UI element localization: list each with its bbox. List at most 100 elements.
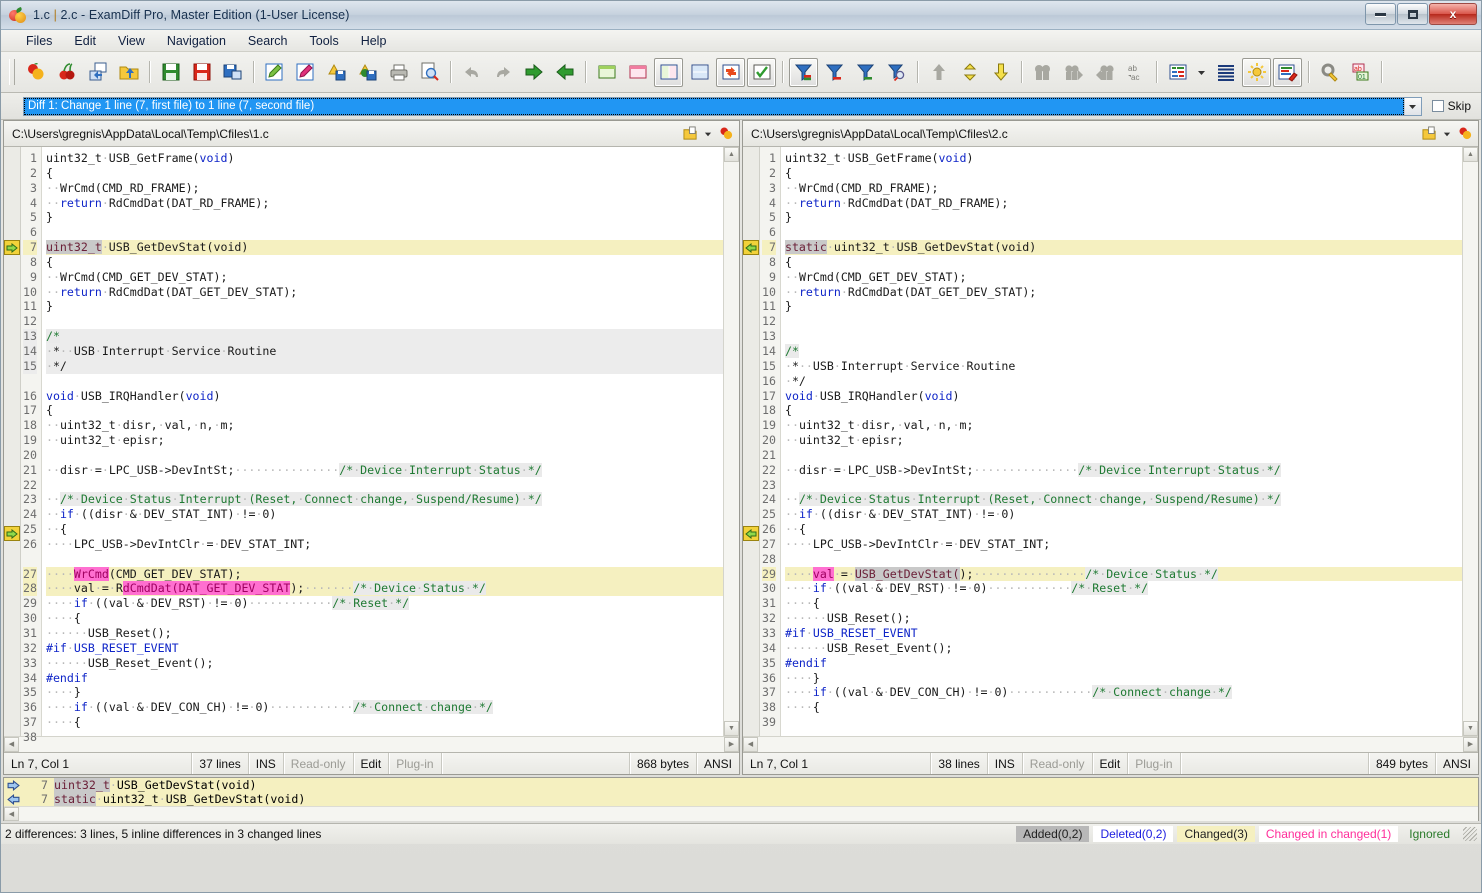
filter-all-button[interactable] [789, 57, 818, 87]
copy-left-button[interactable] [550, 58, 579, 87]
maximize-button[interactable] [1397, 3, 1428, 25]
right-vscroll-track[interactable] [1463, 162, 1478, 721]
view-side-by-side-button[interactable] [654, 57, 683, 87]
save-button[interactable] [156, 58, 185, 87]
left-horizontal-scrollbar[interactable]: ◀ ▶ [4, 736, 739, 752]
compare-row-left[interactable]: 7 uint32_t·USB_GetDevStat(void) [4, 778, 1478, 792]
options-button[interactable] [1315, 58, 1344, 87]
next-diff-button[interactable] [955, 58, 984, 87]
left-diff-marker-2[interactable] [4, 526, 20, 541]
right-code-text[interactable]: uint32_t·USB_GetFrame(void){··WrCmd(CMD_… [781, 147, 1462, 736]
print-preview-button[interactable] [415, 58, 444, 87]
ignore-options-button[interactable]: ab 01 [1346, 58, 1375, 87]
right-diff-marker-1[interactable] [743, 240, 759, 255]
prev-diff-button[interactable] [986, 58, 1015, 87]
close-button[interactable]: x [1429, 3, 1477, 25]
copy-right-button[interactable] [519, 58, 548, 87]
right-file-path[interactable]: C:\Users\gregnis\AppData\Local\Temp\Cfil… [751, 127, 1420, 141]
left-scroll-left-button[interactable]: ◀ [4, 737, 19, 752]
right-horizontal-scrollbar[interactable]: ◀ ▶ [743, 736, 1478, 752]
open-folder-button[interactable] [114, 58, 143, 87]
view-check-button[interactable] [747, 57, 776, 87]
resize-grip[interactable] [1463, 827, 1477, 841]
menu-view[interactable]: View [107, 32, 156, 50]
right-compare-icon-button[interactable] [1456, 125, 1474, 143]
line-numbers-button[interactable] [1211, 58, 1240, 87]
filter-deleted-button[interactable] [820, 58, 849, 87]
view-right-only-button[interactable] [623, 58, 652, 87]
menu-navigation[interactable]: Navigation [156, 32, 237, 50]
compare-row-right[interactable]: 7 static·uint32_t·USB_GetDevStat(void) [4, 792, 1478, 806]
save-html-report-button[interactable] [353, 58, 382, 87]
menu-search[interactable]: Search [237, 32, 299, 50]
left-diff-marker-1[interactable] [4, 240, 20, 255]
compare-row-left-marker[interactable] [4, 779, 22, 791]
current-diff-combobox[interactable]: Diff 1: Change 1 line (7, first file) to… [23, 96, 1422, 116]
edit-right-button[interactable] [291, 58, 320, 87]
compare-scroll-left-button[interactable]: ◀ [4, 807, 19, 821]
skip-checkbox-group[interactable]: Skip [1431, 99, 1471, 113]
left-hscroll-track[interactable] [19, 737, 724, 752]
right-open-dropdown-button[interactable] [1438, 125, 1456, 143]
save-as-button[interactable] [218, 58, 247, 87]
syntax-colors-button[interactable] [1273, 57, 1302, 87]
compare-files-button[interactable] [21, 58, 50, 87]
view-left-only-button[interactable] [592, 58, 621, 87]
right-scroll-left-button[interactable]: ◀ [743, 737, 758, 752]
view-combined-button[interactable] [716, 57, 745, 87]
right-scroll-up-button[interactable]: ▲ [1463, 147, 1478, 162]
toolbar-grip[interactable] [9, 59, 15, 85]
filter-find-button[interactable] [882, 58, 911, 87]
right-scroll-right-button[interactable]: ▶ [1463, 737, 1478, 752]
print-button[interactable] [384, 58, 413, 87]
save-report-button[interactable] [322, 58, 351, 87]
compare-row-right-marker[interactable] [4, 793, 22, 805]
find-prev-button[interactable] [1090, 58, 1119, 87]
menu-files[interactable]: Files [15, 32, 63, 50]
skip-checkbox[interactable] [1431, 100, 1444, 112]
right-scroll-down-button[interactable]: ▼ [1463, 721, 1478, 736]
left-file-path[interactable]: C:\Users\gregnis\AppData\Local\Temp\Cfil… [12, 127, 681, 141]
undo-button[interactable] [457, 58, 486, 87]
left-scroll-up-button[interactable]: ▲ [724, 147, 739, 162]
left-code-text[interactable]: uint32_t·USB_GetFrame(void){··WrCmd(CMD_… [42, 147, 723, 736]
right-hscroll-track[interactable] [758, 737, 1463, 752]
compare-again-button[interactable] [52, 58, 81, 87]
find-next-button[interactable] [1059, 58, 1088, 87]
whitespace-dot: · [791, 180, 799, 195]
whitespace-dot: · [52, 462, 60, 477]
save-right-button[interactable] [187, 58, 216, 87]
right-vertical-scrollbar[interactable]: ▲ ▼ [1462, 147, 1478, 736]
left-scroll-down-button[interactable]: ▼ [724, 721, 739, 736]
view-over-under-button[interactable] [685, 58, 714, 87]
right-marker-column[interactable] [743, 147, 760, 736]
compare-hscroll-track[interactable] [19, 807, 1478, 821]
left-vscroll-track[interactable] [724, 162, 739, 721]
whitespace-dot: · [101, 195, 109, 210]
edit-left-button[interactable] [260, 58, 289, 87]
right-diff-marker-2[interactable] [743, 526, 759, 541]
menu-edit[interactable]: Edit [63, 32, 107, 50]
highlight-button[interactable] [1242, 57, 1271, 87]
left-open-file-button[interactable] [681, 125, 699, 143]
swap-files-button[interactable] [83, 58, 112, 87]
redo-button[interactable] [488, 58, 517, 87]
compare-panel-hscrollbar[interactable]: ◀ [4, 806, 1478, 821]
left-scroll-right-button[interactable]: ▶ [724, 737, 739, 752]
left-compare-icon-button[interactable] [717, 125, 735, 143]
filter-added-button[interactable] [851, 58, 880, 87]
menu-help[interactable]: Help [350, 32, 398, 50]
menu-tools[interactable]: Tools [299, 32, 350, 50]
bookmark-button[interactable] [1163, 58, 1192, 87]
whitespace-dot: · [45, 536, 53, 551]
bookmark-dropdown-button[interactable] [1194, 58, 1209, 87]
current-diff-dropdown-button[interactable] [1403, 97, 1421, 115]
left-open-dropdown-button[interactable] [699, 125, 717, 143]
right-open-file-button[interactable] [1420, 125, 1438, 143]
find-button[interactable] [1028, 58, 1057, 87]
left-marker-column[interactable] [4, 147, 21, 736]
replace-button[interactable]: ab ac [1121, 58, 1150, 87]
left-vertical-scrollbar[interactable]: ▲ ▼ [723, 147, 739, 736]
first-diff-button[interactable] [924, 58, 953, 87]
minimize-button[interactable] [1365, 3, 1396, 25]
